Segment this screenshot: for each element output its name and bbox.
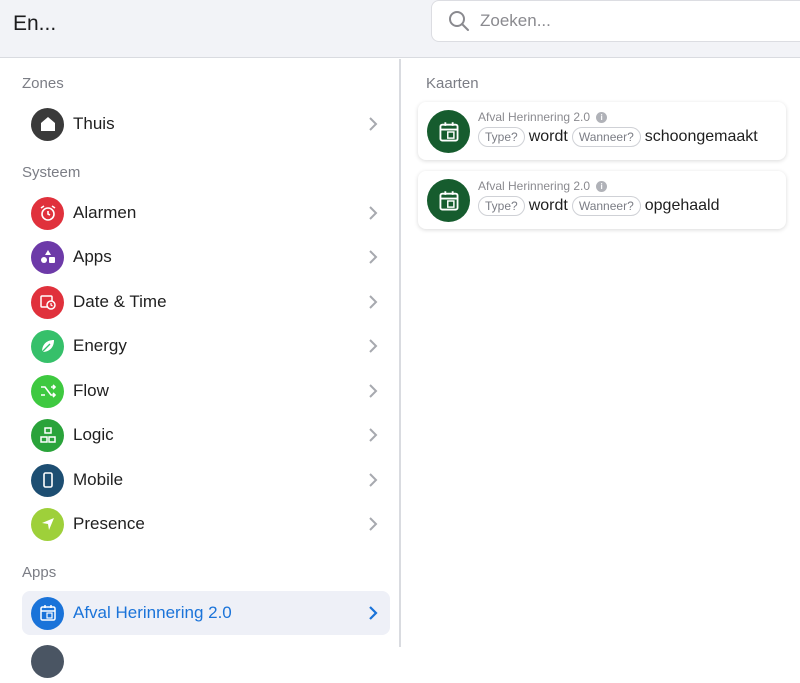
when-argument[interactable]: Wanneer? [571,196,641,216]
chevron-right-icon [369,339,378,353]
card-app-name: Afval Herinnering 2.0 i [478,179,608,193]
sidebar-item-flow[interactable]: Flow [22,369,390,413]
sidebar: Zones Thuis Systeem Alarmen Apps Date & … [0,59,399,678]
sidebar-item-afval-herinnering[interactable]: Afval Herinnering 2.0 [22,591,390,635]
chevron-right-icon [369,117,378,131]
chevron-right-icon [369,206,378,220]
sidebar-item-thuis[interactable]: Thuis [22,102,390,146]
section-apps: Apps [22,564,57,581]
search-icon [449,11,469,31]
type-argument[interactable]: Type? [478,127,525,147]
chevron-right-icon [369,517,378,531]
app-icon [31,644,64,678]
section-zones: Zones [22,75,64,92]
chevron-right-icon [369,428,378,442]
card-app-name: Afval Herinnering 2.0 i [478,110,608,124]
chevron-right-icon [369,295,378,309]
alarm-clock-icon [31,196,64,230]
sidebar-item-label: Presence [73,514,145,533]
card-app-label: Afval Herinnering 2.0 [478,110,591,124]
calendar-trash-icon [31,596,64,630]
sidebar-item-label: Apps [73,247,112,266]
calendar-trash-icon [427,110,470,153]
search-input[interactable] [480,11,760,31]
type-argument[interactable]: Type? [478,196,525,216]
chevron-right-icon [369,384,378,398]
sidebar-item-label: Flow [73,381,109,400]
cards-panel: Kaarten Afval Herinnering 2.0 i Type? wo… [401,59,800,647]
sidebar-item-next[interactable] [22,639,390,683]
sidebar-item-label: Logic [73,425,114,444]
phone-icon [31,463,64,497]
sidebar-item-label: Thuis [73,114,115,133]
card-word: wordt [528,197,568,214]
card-sentence: Type? wordt Wanneer? opgehaald [478,196,720,216]
sidebar-item-label: Alarmen [73,203,137,222]
top-bar: En... [0,0,800,58]
sidebar-item-label: Afval Herinnering 2.0 [73,603,232,622]
card-word: schoongemaakt [644,128,758,145]
section-systeem: Systeem [22,164,81,181]
calendar-trash-icon [427,179,470,222]
card-app-label: Afval Herinnering 2.0 [478,179,591,193]
leaf-icon [31,329,64,363]
logic-blocks-icon [31,418,64,452]
card-word: wordt [528,128,568,145]
info-icon[interactable]: i [596,180,608,192]
page-title: En... [13,12,57,35]
section-kaarten: Kaarten [426,75,479,92]
shapes-icon [31,240,64,274]
sidebar-item-mobile[interactable]: Mobile [22,458,390,502]
sidebar-item-label: Date & Time [73,292,167,311]
shuffle-icon [31,374,64,408]
card-sentence: Type? wordt Wanneer? schoongemaakt [478,127,758,147]
flow-card[interactable]: Afval Herinnering 2.0 i Type? wordt Wann… [418,171,786,229]
sidebar-item-logic[interactable]: Logic [22,413,390,457]
sidebar-item-alarmen[interactable]: Alarmen [22,191,390,235]
sidebar-item-date-time[interactable]: Date & Time [22,280,390,324]
chevron-right-icon [369,250,378,264]
sidebar-item-presence[interactable]: Presence [22,502,390,546]
calendar-clock-icon [31,285,64,319]
sidebar-item-apps[interactable]: Apps [22,235,390,279]
sidebar-item-label: Mobile [73,470,124,489]
location-arrow-icon [31,507,64,541]
sidebar-item-energy[interactable]: Energy [22,324,390,368]
search-box[interactable] [431,0,800,42]
card-word: opgehaald [644,197,720,214]
when-argument[interactable]: Wanneer? [571,127,641,147]
chevron-right-icon [369,473,378,487]
sidebar-item-label: Energy [73,336,127,355]
home-icon [31,107,64,141]
info-icon[interactable]: i [596,111,608,123]
chevron-right-icon [369,606,378,620]
flow-card[interactable]: Afval Herinnering 2.0 i Type? wordt Wann… [418,102,786,160]
